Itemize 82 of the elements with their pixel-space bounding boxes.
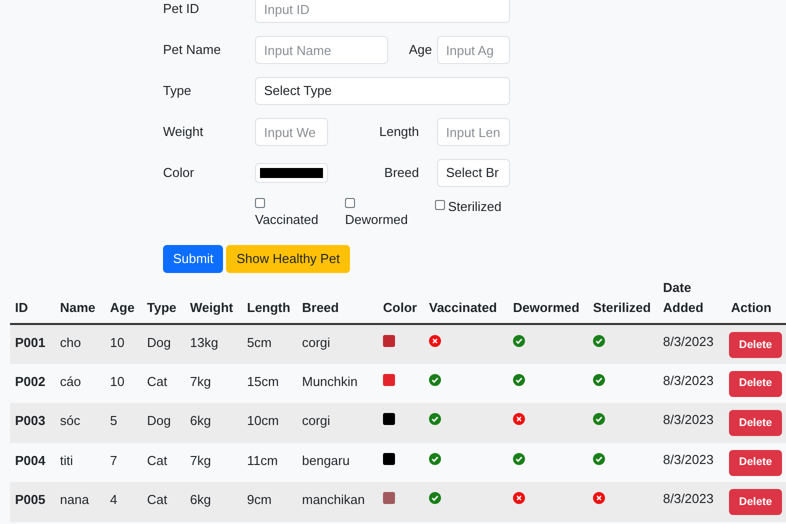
table-cell: Cat (147, 374, 168, 388)
table-cell: manchikan (302, 492, 365, 507)
column-header: Dewormed (513, 300, 580, 314)
column-header: Color (383, 300, 417, 314)
column-header: Weight (190, 300, 234, 314)
input-field[interactable]: Input We (255, 118, 328, 146)
field-label: Vaccinated (255, 211, 320, 229)
delete-button[interactable]: Delete (729, 370, 782, 396)
table-cell: bengaru (302, 452, 350, 468)
field-label: Weight (163, 123, 204, 142)
field-label: Age (408, 41, 432, 60)
table-cell: P003 (15, 413, 46, 428)
table-cell: cho (60, 335, 81, 350)
select-field[interactable]: Select Br (437, 159, 510, 187)
column-header: Sterilized (593, 300, 651, 314)
table-cell: 4 (110, 492, 118, 507)
checkbox[interactable] (435, 200, 445, 210)
column-header: Action (731, 300, 772, 314)
table-cell: cáo (60, 374, 81, 388)
table-cell: 8/3/2023 (663, 334, 714, 349)
column-header: Length (247, 300, 290, 314)
table-cell: 8/3/2023 (663, 412, 714, 427)
input-field[interactable]: Input Len (437, 118, 510, 146)
field-label: Pet Name (163, 41, 222, 60)
column-header: Date Added (663, 279, 703, 316)
field-label: Dewormed (345, 211, 409, 229)
delete-button[interactable]: Delete (729, 410, 782, 436)
field-label: Breed (384, 164, 419, 182)
column-header: ID (15, 300, 28, 314)
table-cell: 5 (110, 413, 118, 428)
table-cell: P001 (15, 335, 46, 350)
delete-button[interactable]: Delete (729, 489, 782, 515)
field-label: Sterilized (448, 198, 502, 216)
table-cell: 6kg (190, 492, 211, 507)
table-cell: 7 (110, 452, 118, 468)
table-cell: 10 (110, 335, 124, 350)
column-header: Name (60, 300, 96, 314)
field-label: Color (163, 164, 196, 182)
column-header: Type (147, 300, 176, 314)
input-field[interactable]: Input Ag (437, 36, 510, 64)
table-cell: 5cm (247, 335, 272, 350)
column-header: Vaccinated (429, 300, 497, 314)
field-label: Pet ID (163, 0, 200, 18)
input-field[interactable]: Input ID (255, 0, 510, 23)
table-cell: titi (60, 452, 73, 468)
color-picker[interactable] (255, 163, 328, 183)
table-cell: corgi (302, 413, 330, 428)
checkbox[interactable] (255, 198, 265, 208)
delete-button[interactable]: Delete (729, 332, 782, 358)
table-cell: 8/3/2023 (663, 452, 714, 466)
table-cell: 9cm (247, 492, 272, 507)
table-cell: Cat (147, 452, 168, 468)
table-cell: 15cm (247, 374, 279, 388)
table-cell: 7kg (190, 452, 211, 468)
table-cell: 7kg (190, 374, 211, 388)
table-cell: 13kg (190, 335, 218, 350)
table-cell: Dog (147, 335, 171, 350)
table-cell: 11cm (247, 452, 278, 468)
table-cell: sóc (60, 413, 80, 428)
input-field[interactable]: Input Name (255, 36, 388, 64)
delete-button[interactable]: Delete (729, 450, 782, 476)
field-label: Length (379, 123, 419, 142)
table-cell: 8/3/2023 (663, 491, 714, 506)
column-header: Breed (302, 300, 339, 314)
table-cell: P002 (15, 374, 46, 388)
table-cell: P005 (15, 492, 46, 507)
checkbox[interactable] (345, 198, 355, 208)
table-cell: 6kg (190, 413, 211, 428)
table-cell: 8/3/2023 (663, 372, 714, 388)
table-cell: corgi (302, 335, 330, 350)
show-healthy-button[interactable]: Show Healthy Pet (226, 245, 350, 273)
table-cell: P004 (15, 452, 46, 468)
table-cell: Dog (147, 413, 171, 428)
submit-button[interactable]: Submit (163, 245, 224, 273)
table-cell: Cat (147, 492, 168, 507)
column-header: Age (110, 300, 135, 314)
table-cell: nana (60, 492, 89, 507)
select-field[interactable]: Select Type (255, 77, 510, 105)
table-cell: 10 (110, 374, 124, 388)
field-label: Type (163, 82, 192, 100)
table-cell: Munchkin (302, 374, 358, 388)
table-cell: 10cm (247, 413, 279, 428)
